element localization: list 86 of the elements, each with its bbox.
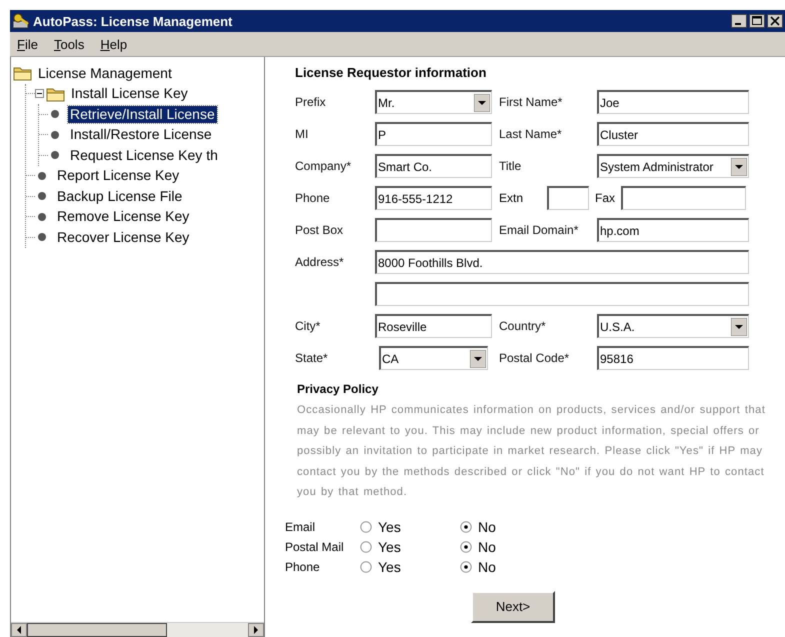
menu-item[interactable]: Help — [100, 36, 128, 52]
scrollbar-thumb[interactable] — [27, 623, 167, 637]
field-label: Address* — [295, 255, 344, 269]
policy-text: Occasionally HP communicates information on products, services and/or support that may be relevant to you. This may include new product information, special offers or possibly an invitation to participate in market research. Please click "Yes" if HP may contact you by the methods described or click "No" if you do not want HP to contact you by that method. — [297, 403, 766, 500]
dropdown-arrow-icon[interactable] — [474, 94, 490, 112]
tree-item[interactable]: Report License Key — [55, 167, 182, 184]
field-label: Post Box — [295, 223, 344, 237]
scroll-left-icon[interactable] — [11, 623, 27, 637]
radio-label[interactable]: No — [478, 518, 496, 534]
dropdown[interactable]: CA — [379, 346, 488, 370]
input-field[interactable]: Cluster — [597, 122, 749, 146]
key-icon — [12, 12, 30, 30]
collapse-icon[interactable] — [35, 89, 44, 98]
input-field[interactable]: 916-555-1212 — [375, 186, 492, 210]
field-label: Phone — [295, 191, 330, 205]
minimize-icon[interactable] — [731, 14, 747, 28]
field-label: Country* — [499, 319, 546, 333]
field-label: Postal Code* — [499, 351, 570, 365]
bullet-icon — [37, 191, 47, 202]
window-title: AutoPass: License Management — [33, 14, 234, 28]
input-field[interactable]: hp.com — [597, 218, 749, 242]
section-heading: License Requestor information — [295, 65, 488, 80]
contact-label: Phone — [285, 558, 321, 576]
field-label: Prefix — [295, 95, 326, 109]
contact-label: Email — [285, 518, 316, 536]
input-field[interactable]: Roseville — [375, 314, 492, 338]
field-label: City* — [295, 319, 320, 333]
input-field[interactable]: Joe — [597, 90, 749, 114]
field-label: Company* — [295, 159, 352, 173]
tree-item[interactable]: Request License Key th — [68, 146, 220, 164]
tree-item[interactable]: Install/Restore License — [68, 126, 214, 144]
field-label: Email Domain* — [499, 223, 578, 237]
field-label: Extn — [499, 191, 524, 205]
field-label: First Name* — [499, 95, 562, 109]
tree-item[interactable]: Remove License Key — [55, 208, 192, 226]
dropdown[interactable]: Mr. — [375, 90, 492, 114]
tree-item[interactable]: License Management — [36, 64, 174, 82]
contact-label: Postal Mail — [285, 538, 345, 556]
tree-item[interactable]: Retrieve/Install License — [68, 106, 217, 123]
field-label: MI — [295, 127, 308, 141]
bullet-icon — [37, 212, 47, 222]
next-button[interactable]: Next> — [471, 590, 555, 622]
radio-button[interactable] — [360, 540, 372, 552]
field-label: Title — [499, 159, 522, 173]
input-field[interactable]: 8000 Foothills Blvd. — [375, 250, 749, 274]
bullet-icon — [50, 130, 60, 140]
dropdown[interactable]: U.S.A. — [597, 314, 749, 338]
radio-button[interactable] — [360, 560, 372, 572]
maximize-icon[interactable] — [749, 14, 765, 28]
radio-label[interactable]: Yes — [378, 518, 401, 534]
tree-item[interactable]: Recover License Key — [55, 228, 192, 246]
bullet-icon — [37, 232, 47, 242]
field-label: State* — [295, 351, 328, 365]
radio-button[interactable] — [360, 520, 372, 532]
input-field[interactable]: Smart Co. — [375, 154, 492, 178]
folder-icon — [13, 65, 33, 82]
input-field[interactable] — [547, 186, 589, 210]
folder-icon — [46, 86, 66, 102]
dropdown-arrow-icon[interactable] — [731, 158, 747, 176]
input-field[interactable]: 95816 — [597, 346, 749, 370]
menu-item[interactable]: Tools — [54, 36, 84, 52]
menu-item[interactable]: File — [17, 36, 38, 52]
input-field[interactable] — [375, 282, 749, 306]
radio-label[interactable]: No — [478, 558, 496, 574]
dropdown[interactable]: System Administrator — [597, 154, 749, 178]
section-heading: Privacy Policy — [297, 382, 380, 396]
radio-label[interactable]: Yes — [378, 558, 401, 574]
scroll-right-icon[interactable] — [248, 623, 264, 637]
radio-button[interactable] — [460, 560, 472, 572]
radio-button[interactable] — [460, 540, 472, 552]
radio-label[interactable]: No — [478, 538, 496, 554]
radio-button[interactable] — [460, 520, 472, 532]
input-field[interactable] — [375, 218, 492, 242]
bullet-icon — [50, 150, 60, 160]
tree-item[interactable]: Backup License File — [55, 188, 184, 205]
dropdown-arrow-icon[interactable] — [470, 350, 486, 368]
dropdown-arrow-icon[interactable] — [731, 318, 747, 336]
bullet-icon — [50, 109, 60, 120]
close-icon[interactable] — [767, 14, 783, 28]
input-field[interactable] — [621, 186, 746, 210]
input-field[interactable]: P — [375, 122, 492, 146]
field-label: Fax — [595, 191, 616, 205]
bullet-icon — [37, 170, 47, 181]
tree-item[interactable]: Install License Key — [69, 85, 190, 102]
field-label: Last Name* — [499, 127, 562, 141]
radio-label[interactable]: Yes — [378, 538, 401, 554]
